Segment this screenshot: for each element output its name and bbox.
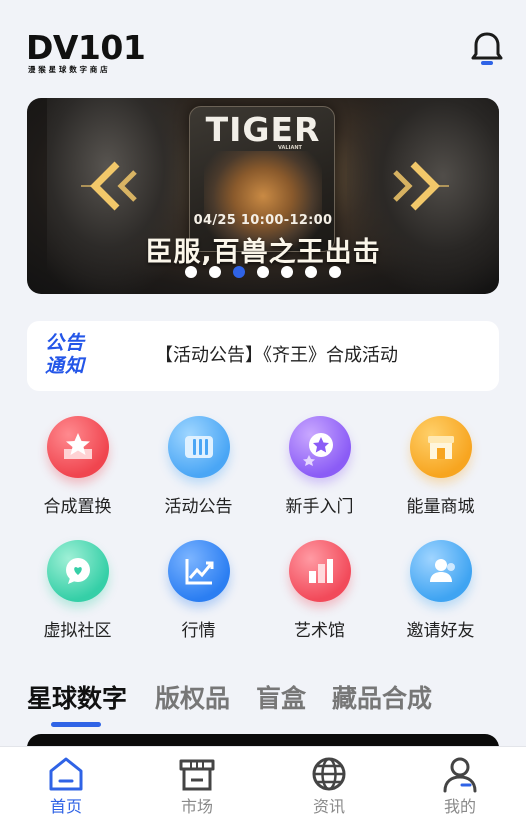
ticket-icon [168,416,230,478]
chevron-left-icon[interactable] [77,158,147,214]
shortcut-grid: 合成置换 活动公告 新手入门 能量商城 虚拟社区 行情 艺术馆 邀请好友 [17,410,501,660]
shortcut-invite-friends[interactable]: 邀请好友 [380,534,501,654]
star-badge-icon [289,416,351,478]
promo-banner[interactable]: TIGER VALIANT 04/25 10:00-12:00 臣服,百兽之王出… [27,98,499,294]
logo[interactable]: DV101 漫猴星球数字商店 [26,28,146,75]
shortcut-label: 虚拟社区 [43,621,112,641]
poster-title: TIGER [205,110,321,149]
carousel-dot[interactable] [329,266,341,278]
shortcut-label: 合成置换 [43,497,112,517]
chevron-right-icon[interactable] [383,158,453,214]
logo-text: DV101 [26,28,146,67]
carousel-dot[interactable] [281,266,293,278]
carousel-dot[interactable] [257,266,269,278]
shortcut-art-gallery[interactable]: 艺术馆 [259,534,380,654]
trend-chart-icon [168,540,230,602]
shortcut-virtual-community[interactable]: 虚拟社区 [17,534,138,654]
carousel-dots [27,266,499,278]
shortcut-energy-mall[interactable]: 能量商城 [380,410,501,530]
nav-news[interactable]: 资讯 [279,747,379,820]
shortcut-label: 艺术馆 [294,621,345,641]
header: DV101 漫猴星球数字商店 [0,0,526,96]
store-icon [177,755,217,793]
bar-building-icon [289,540,351,602]
announcement-badge-line2: 通知 [45,355,86,377]
poster-subtitle: VALIANT [278,145,302,151]
shortcut-label: 活动公告 [164,497,233,517]
shortcut-label: 邀请好友 [406,621,475,641]
tab-collection-synthesis[interactable]: 藏品合成 [332,682,432,716]
chat-icon [47,540,109,602]
nav-label: 资讯 [312,797,345,816]
bell-icon[interactable] [470,30,504,68]
banner-headline: 臣服,百兽之王出击 [145,237,381,268]
nav-label: 市场 [180,797,213,816]
carousel-dot-active[interactable] [233,266,245,278]
banner-date: 04/25 10:00-12:00 [193,213,333,228]
nav-label: 首页 [49,797,82,816]
shortcut-label: 能量商城 [406,497,475,517]
carousel-dot[interactable] [305,266,317,278]
shortcut-synthesis[interactable]: 合成置换 [17,410,138,530]
tab-copyright[interactable]: 版权品 [155,682,230,716]
nav-home[interactable]: 首页 [16,747,116,820]
bottom-nav: 首页 市场 资讯 我的 [0,746,526,820]
shortcut-market-trend[interactable]: 行情 [138,534,259,654]
announcement-badge: 公告 通知 [45,332,97,378]
shop-icon [410,416,472,478]
nav-market[interactable]: 市场 [147,747,247,820]
home-icon [46,755,86,793]
announcement-badge-line1: 公告 [45,332,86,354]
tab-blind-box[interactable]: 盲盒 [256,682,306,716]
user-icon [440,755,480,793]
shortcut-label: 新手入门 [285,497,354,517]
carousel-dot[interactable] [185,266,197,278]
tab-planet-digital[interactable]: 星球数字 [27,682,127,716]
star-card-icon [47,416,109,478]
carousel-dot[interactable] [209,266,221,278]
shortcut-label: 行情 [181,621,216,641]
shortcut-activity-notice[interactable]: 活动公告 [138,410,259,530]
announcement-bar[interactable]: 公告 通知 【活动公告】《齐王》合成活动 [27,321,499,391]
friends-icon [410,540,472,602]
shortcut-beginner-guide[interactable]: 新手入门 [259,410,380,530]
active-tab-indicator [51,722,101,727]
nav-label: 我的 [443,797,476,816]
nav-profile[interactable]: 我的 [410,747,510,820]
globe-icon [309,755,349,793]
announcement-text: 【活动公告】《齐王》合成活动 [155,345,398,366]
